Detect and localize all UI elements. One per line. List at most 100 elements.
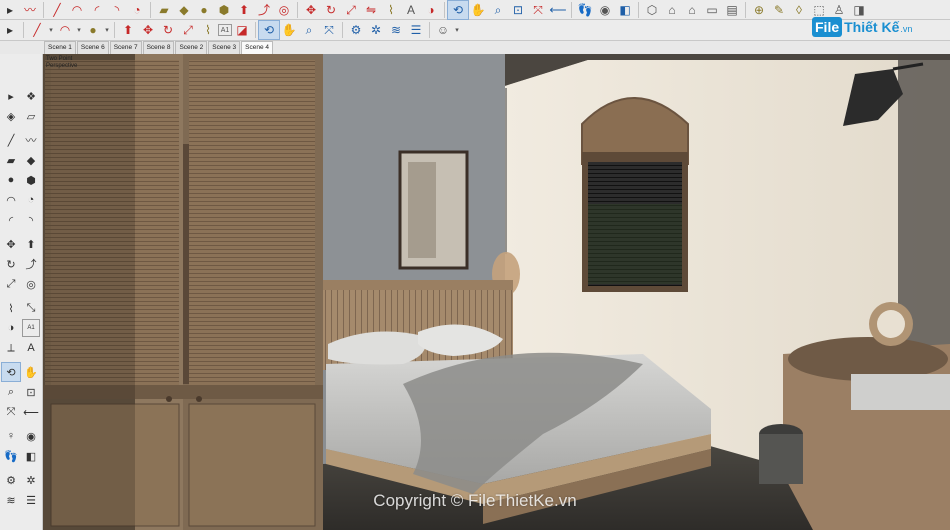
pie-icon[interactable]: ◔ — [22, 191, 40, 209]
line-icon[interactable]: ╱ — [2, 131, 20, 149]
zoom-icon[interactable]: ⌕ — [488, 1, 508, 19]
zoom-extents-icon[interactable]: ⤧ — [528, 1, 548, 19]
stamp-icon[interactable]: ◊ — [789, 1, 809, 19]
eraser-icon[interactable]: ▱ — [22, 107, 40, 125]
zoom-icon[interactable]: ⌕ — [2, 383, 20, 401]
protractor-icon[interactable]: ◑ — [2, 319, 20, 337]
pan-icon[interactable]: ✋ — [22, 363, 40, 381]
pushpull-icon[interactable]: ⬆ — [234, 1, 254, 19]
tape-measure-icon[interactable]: ⌇ — [2, 299, 20, 317]
section-plane-icon[interactable]: ◧ — [615, 1, 635, 19]
pushpull-icon[interactable]: ⬆ — [118, 21, 138, 39]
walk-icon[interactable]: 👣 — [575, 1, 595, 19]
text-tool-icon[interactable]: A1 — [218, 24, 232, 36]
scene-tab[interactable]: Scene 3 — [208, 41, 241, 54]
follow-me-icon[interactable]: ⤴ — [22, 255, 40, 273]
tape-measure-icon[interactable]: ⌇ — [198, 21, 218, 39]
circle-icon[interactable]: ● — [2, 171, 20, 189]
text-tool-icon[interactable]: A1 — [22, 319, 40, 337]
rotate-icon[interactable]: ↻ — [321, 1, 341, 19]
components-icon[interactable]: ⚙ — [346, 21, 366, 39]
move-icon[interactable]: ✥ — [301, 1, 321, 19]
front-view-icon[interactable]: ▭ — [702, 1, 722, 19]
arc-icon[interactable]: ◠ — [2, 191, 20, 209]
select-icon[interactable]: ▸ — [0, 21, 20, 39]
select-icon[interactable]: ▸ — [0, 1, 20, 19]
select-icon[interactable]: ▸ — [2, 87, 20, 105]
arc-icon[interactable]: ◠ — [55, 21, 75, 39]
look-around-icon[interactable]: ◉ — [595, 1, 615, 19]
scene-tab-active[interactable]: Scene 4 — [241, 41, 274, 54]
freehand-icon[interactable]: 〰 — [22, 131, 40, 149]
pie-icon[interactable]: ◔ — [127, 1, 147, 19]
scene-tab[interactable]: Scene 8 — [142, 41, 175, 54]
pan-icon[interactable]: ✋ — [279, 21, 299, 39]
protractor-icon[interactable]: ◑ — [421, 1, 441, 19]
two-point-arc-icon[interactable]: ◜ — [2, 211, 20, 229]
section-fill-icon[interactable]: ◪ — [232, 21, 252, 39]
smoove-icon[interactable]: ✎ — [769, 1, 789, 19]
zoom-window-icon[interactable]: ⊡ — [22, 383, 40, 401]
user-dropdown-icon[interactable]: ▾ — [453, 21, 461, 39]
move-icon[interactable]: ✥ — [138, 21, 158, 39]
rectangle-icon[interactable]: ▰ — [2, 151, 20, 169]
three-point-arc-icon[interactable]: ◝ — [22, 211, 40, 229]
paint-bucket-icon[interactable]: ◈ — [2, 107, 20, 125]
line-icon[interactable]: ╱ — [47, 1, 67, 19]
position-camera-icon[interactable]: ♀ — [2, 427, 20, 445]
polygon-icon[interactable]: ⬢ — [22, 171, 40, 189]
line-icon[interactable]: ╱ — [27, 21, 47, 39]
scene-tab[interactable]: Scene 1 — [44, 41, 76, 54]
user-icon[interactable]: ☺ — [433, 21, 453, 39]
arc-dropdown-icon[interactable]: ▾ — [75, 21, 83, 39]
styles-icon[interactable]: ≋ — [386, 21, 406, 39]
zoom-window-icon[interactable]: ⊡ — [508, 1, 528, 19]
scene-tab[interactable]: Scene 6 — [76, 41, 109, 54]
component-icon[interactable]: ❖ — [22, 87, 40, 105]
scale-icon[interactable]: ⤢ — [2, 275, 20, 293]
top-view-icon[interactable]: ⌂ — [682, 1, 702, 19]
two-point-arc-icon[interactable]: ◜ — [87, 1, 107, 19]
previous-view-icon[interactable]: ⟵ — [548, 1, 568, 19]
look-around-icon[interactable]: ◉ — [22, 427, 40, 445]
scene-tab[interactable]: Scene 2 — [175, 41, 208, 54]
polygon-icon[interactable]: ⬢ — [214, 1, 234, 19]
walk-icon[interactable]: 👣 — [2, 447, 20, 465]
model-viewport[interactable]: Two Point Perspective — [43, 54, 950, 530]
materials-icon[interactable]: ✲ — [366, 21, 386, 39]
zoom-icon[interactable]: ⌕ — [299, 21, 319, 39]
home-view-icon[interactable]: ⌂ — [662, 1, 682, 19]
rotate-icon[interactable]: ↻ — [158, 21, 178, 39]
zoom-extents-icon[interactable]: ⤧ — [319, 21, 339, 39]
pushpull-icon[interactable]: ⬆ — [22, 235, 40, 253]
freehand-icon[interactable]: 〰 — [20, 1, 40, 19]
line-dropdown-icon[interactable]: ▾ — [47, 21, 55, 39]
pan-icon[interactable]: ✋ — [468, 1, 488, 19]
orbit-icon[interactable]: ⟲ — [1, 362, 21, 382]
shape-icon[interactable]: ● — [83, 21, 103, 39]
orbit-icon[interactable]: ⟲ — [447, 0, 469, 20]
follow-me-icon[interactable]: ⤴ — [254, 1, 274, 19]
rotated-rectangle-icon[interactable]: ◆ — [174, 1, 194, 19]
3d-text-icon[interactable]: A — [22, 339, 40, 357]
shape-dropdown-icon[interactable]: ▾ — [103, 21, 111, 39]
circle-icon[interactable]: ● — [194, 1, 214, 19]
iso-view-icon[interactable]: ⬡ — [642, 1, 662, 19]
rotated-rectangle-icon[interactable]: ◆ — [22, 151, 40, 169]
sandbox-icon[interactable]: ⊕ — [749, 1, 769, 19]
offset-icon[interactable]: ◎ — [22, 275, 40, 293]
section-plane-icon[interactable]: ◧ — [22, 447, 40, 465]
scene-tab[interactable]: Scene 7 — [109, 41, 142, 54]
right-view-icon[interactable]: ▤ — [722, 1, 742, 19]
text-icon[interactable]: A — [401, 1, 421, 19]
arc-icon[interactable]: ◠ — [67, 1, 87, 19]
materials-icon[interactable]: ✲ — [22, 471, 40, 489]
scale-icon[interactable]: ⤢ — [341, 1, 361, 19]
orbit-icon[interactable]: ⟲ — [258, 20, 280, 40]
flip-icon[interactable]: ⇋ — [361, 1, 381, 19]
axes-icon[interactable]: ⟂ — [2, 339, 20, 357]
rotate-icon[interactable]: ↻ — [2, 255, 20, 273]
zoom-extents-icon[interactable]: ⤧ — [2, 403, 20, 421]
layers-icon[interactable]: ☰ — [406, 21, 426, 39]
dimension-icon[interactable]: ⤡ — [22, 299, 40, 317]
